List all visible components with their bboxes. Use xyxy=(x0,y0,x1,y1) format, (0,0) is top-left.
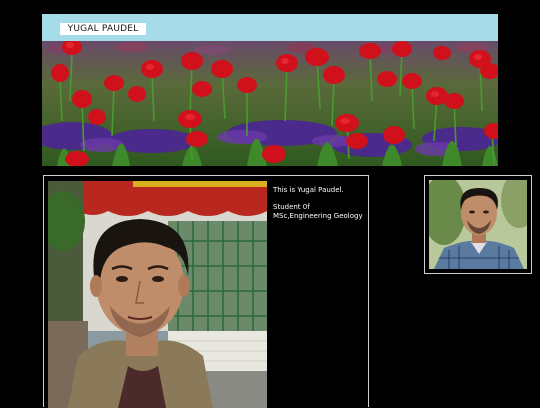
profile-panel: This is Yugal Paudel. Student 0f MSc,Eng… xyxy=(43,175,369,408)
bio-role: Student 0f xyxy=(273,203,310,211)
banner-image xyxy=(42,41,498,166)
bio-intro: This is Yugal Paudel. xyxy=(273,186,344,194)
profile-photo-graphic xyxy=(48,181,267,408)
tulip-field-graphic xyxy=(42,41,498,166)
site-title[interactable]: YUGAL PAUDEL xyxy=(60,23,146,35)
secondary-photo-frame xyxy=(424,175,532,274)
header-bar: YUGAL PAUDEL xyxy=(42,14,498,41)
bio-text: This is Yugal Paudel. Student 0f MSc,Eng… xyxy=(273,186,368,221)
secondary-photo-graphic xyxy=(429,180,527,269)
bio-degree: MSc,Engineering Geology xyxy=(273,212,363,220)
secondary-photo xyxy=(429,180,527,269)
profile-photo xyxy=(48,181,267,408)
